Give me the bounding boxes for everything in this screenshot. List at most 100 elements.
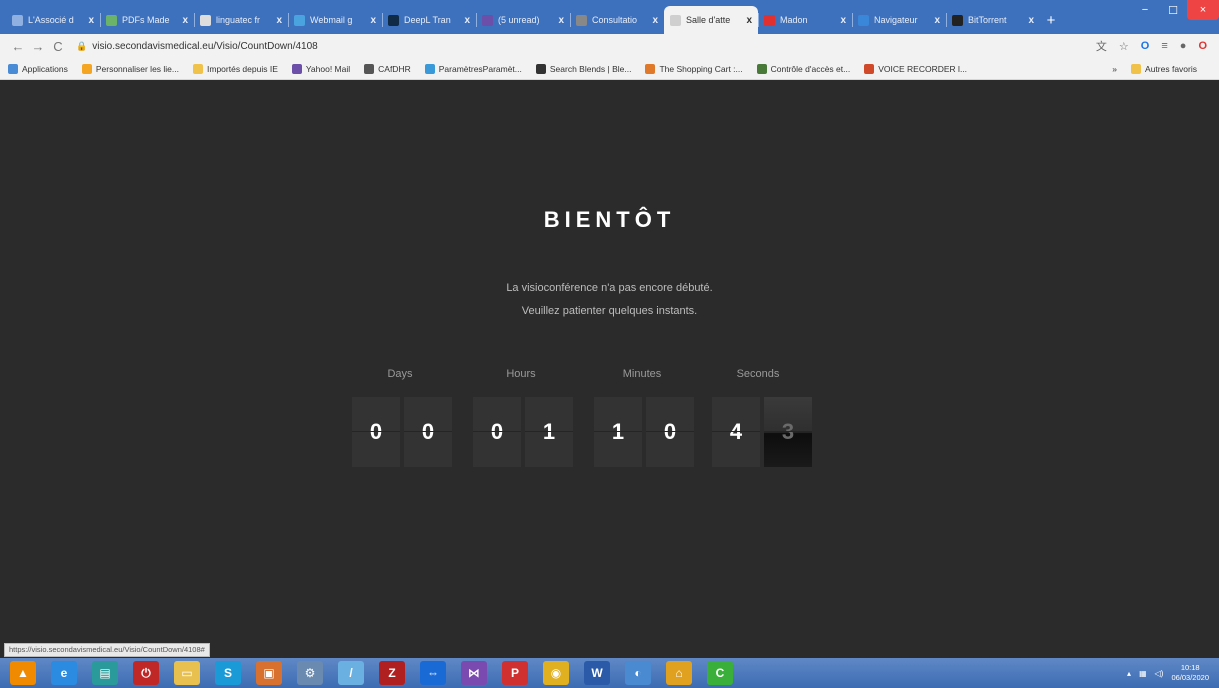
browser-tab[interactable]: (5 unread) x bbox=[476, 6, 570, 34]
tab-favicon-icon bbox=[106, 14, 117, 26]
star-icon[interactable]: ☆ bbox=[1119, 40, 1129, 53]
back-button[interactable]: ← bbox=[8, 39, 28, 54]
bookmark-icon bbox=[645, 63, 656, 74]
bookmark-item[interactable]: Importés depuis IE bbox=[193, 63, 278, 74]
digit-days-ones: 0 bbox=[404, 397, 452, 467]
browser-tab[interactable]: Webmail g x bbox=[288, 6, 382, 34]
reload-button[interactable]: C bbox=[48, 39, 68, 54]
bookmark-label: Importés depuis IE bbox=[207, 63, 278, 74]
tab-close-icon[interactable]: x bbox=[276, 15, 282, 26]
other-bookmarks[interactable]: Autres favoris bbox=[1131, 63, 1197, 74]
browser-tab[interactable]: Consultatio x bbox=[570, 6, 664, 34]
taskbar-visualstudio-icon[interactable]: ⋈ bbox=[461, 661, 487, 685]
bookmark-label: ParamètresParamèt... bbox=[438, 63, 522, 74]
taskbar-skype-icon[interactable]: S bbox=[215, 661, 241, 685]
profile-icon[interactable]: ● bbox=[1180, 40, 1187, 52]
digit-days-tens: 0 bbox=[352, 397, 400, 467]
browser-tab[interactable]: PDFs Made x bbox=[100, 6, 194, 34]
browser-tab[interactable]: Salle d'atte x bbox=[664, 6, 758, 34]
bookmarks-right: » Autres favoris bbox=[1112, 63, 1211, 74]
window-controls: − ☐ × bbox=[1131, 0, 1219, 20]
tab-close-icon[interactable]: x bbox=[934, 15, 940, 26]
reading-list-icon[interactable]: ≡ bbox=[1161, 40, 1167, 52]
message-line-2: Veuillez patienter quelques instants. bbox=[521, 305, 698, 317]
tab-list: L'Associé d x PDFs Made x linguatec fr x Webma… bbox=[6, 6, 1040, 34]
bookmark-item[interactable]: Personnaliser les lie... bbox=[81, 63, 179, 74]
lock-icon: 🔒 bbox=[76, 40, 88, 51]
volume-icon[interactable]: ◁) bbox=[1155, 669, 1164, 678]
browser-tab[interactable]: Navigateur x bbox=[852, 6, 946, 34]
browser-tab[interactable]: L'Associé d x bbox=[6, 6, 100, 34]
tray-arrow-icon[interactable]: ▴ bbox=[1127, 669, 1131, 678]
tab-close-icon[interactable]: x bbox=[182, 15, 188, 26]
network-icon[interactable]: ▦ bbox=[1139, 669, 1147, 678]
taskbar-word-icon[interactable]: W bbox=[584, 661, 610, 685]
clock-time: 10:18 bbox=[1180, 663, 1200, 672]
tab-favicon-icon bbox=[200, 14, 211, 26]
browser-tab[interactable]: DeepL Tran x bbox=[382, 6, 476, 34]
taskbar-app16-icon[interactable]: ◐ bbox=[625, 661, 651, 685]
clock[interactable]: 10:18 06/03/2020 bbox=[1171, 663, 1209, 683]
browser-tab[interactable]: Madon x bbox=[758, 6, 852, 34]
taskbar-brush-icon[interactable]: / bbox=[338, 661, 364, 685]
tab-close-icon[interactable]: x bbox=[464, 15, 470, 26]
taskbar-ie-icon[interactable]: e bbox=[51, 661, 77, 685]
taskbar-power-icon[interactable]: ⏻ bbox=[133, 661, 159, 685]
translate-icon[interactable]: 文 bbox=[1096, 38, 1107, 54]
bookmark-list: Applications Personnaliser les lie... Impo… bbox=[8, 63, 981, 74]
tab-title: Webmail g bbox=[310, 15, 353, 25]
digit-hours-tens: 0 bbox=[473, 397, 521, 467]
bookmark-item[interactable]: Yahoo! Mail bbox=[291, 63, 351, 74]
bookmark-item[interactable]: Applications bbox=[8, 63, 68, 74]
maximize-button[interactable]: ☐ bbox=[1159, 0, 1187, 20]
tab-title: linguatec fr bbox=[216, 15, 261, 25]
browser-tabstrip: L'Associé d x PDFs Made x linguatec fr x Webma… bbox=[0, 0, 1219, 34]
taskbar-explorer-icon[interactable]: ▭ bbox=[174, 661, 200, 685]
new-tab-button[interactable]: + bbox=[1040, 6, 1062, 34]
status-url: https://visio.secondavismedical.eu/Visio… bbox=[4, 643, 210, 657]
close-window-button[interactable]: × bbox=[1187, 0, 1219, 20]
taskbar-app17-icon[interactable]: ⌂ bbox=[666, 661, 692, 685]
tab-close-icon[interactable]: x bbox=[558, 15, 564, 26]
taskbar-teamviewer-icon[interactable]: ⇔ bbox=[420, 661, 446, 685]
browser-tab[interactable]: linguatec fr x bbox=[194, 6, 288, 34]
tab-close-icon[interactable]: x bbox=[88, 15, 94, 26]
tab-close-icon[interactable]: x bbox=[840, 15, 846, 26]
digit-seconds-tens: 4 bbox=[712, 397, 760, 467]
taskbar-app7-icon[interactable]: ▣ bbox=[256, 661, 282, 685]
bookmark-label: Yahoo! Mail bbox=[305, 63, 351, 74]
windows-taskbar: ▲ e ▤ ⏻ ▭ S ▣ ⚙ / Z ⇔ ⋈ P ◉ W ◐ ⌂ C ▴ ▦ ◁) 10:18 06/03/20… bbox=[0, 658, 1219, 688]
bookmark-item[interactable]: VOICE RECORDER l... bbox=[864, 63, 967, 74]
tab-title: Navigateur bbox=[874, 15, 918, 25]
bookmark-item[interactable]: The Shopping Cart :... bbox=[645, 63, 743, 74]
browser-tab[interactable]: BitTorrent x bbox=[946, 6, 1040, 34]
taskbar-vlc-icon[interactable]: ▲ bbox=[10, 661, 36, 685]
taskbar-filezilla-icon[interactable]: Z bbox=[379, 661, 405, 685]
taskbar-chrome-icon[interactable]: ◉ bbox=[543, 661, 569, 685]
tab-close-icon[interactable]: x bbox=[1028, 15, 1034, 26]
address-url[interactable]: visio.secondavismedical.eu/Visio/CountDo… bbox=[92, 41, 318, 52]
bookmark-item[interactable]: Search Blends | Ble... bbox=[535, 63, 631, 74]
tab-close-icon[interactable]: x bbox=[652, 15, 658, 26]
tab-favicon-icon bbox=[294, 14, 305, 26]
address-bar[interactable]: 🔒 visio.secondavismedical.eu/Visio/Count… bbox=[76, 41, 1096, 52]
bookmark-item[interactable]: Contrôle d'accès et... bbox=[756, 63, 851, 74]
bookmark-label: Contrôle d'accès et... bbox=[770, 63, 851, 74]
extension-icon[interactable]: O bbox=[1198, 40, 1207, 52]
tab-favicon-icon bbox=[764, 14, 775, 26]
bookmark-label: Applications bbox=[22, 63, 68, 74]
digit-hours-ones: 1 bbox=[525, 397, 573, 467]
bookmarks-more-button[interactable]: » bbox=[1112, 64, 1117, 74]
bookmark-item[interactable]: ParamètresParamèt... bbox=[424, 63, 522, 74]
tab-favicon-icon bbox=[388, 14, 399, 26]
tab-close-icon[interactable]: x bbox=[746, 15, 752, 26]
minimize-button[interactable]: − bbox=[1131, 0, 1159, 20]
taskbar-network-icon[interactable]: ⚙ bbox=[297, 661, 323, 685]
taskbar-app3-icon[interactable]: ▤ bbox=[92, 661, 118, 685]
opera-icon[interactable]: O bbox=[1141, 40, 1150, 52]
bookmark-item[interactable]: CAfDHR bbox=[364, 63, 411, 74]
taskbar-camtasia-icon[interactable]: C bbox=[707, 661, 733, 685]
forward-button[interactable]: → bbox=[28, 39, 48, 54]
tab-close-icon[interactable]: x bbox=[370, 15, 376, 26]
taskbar-pdf-icon[interactable]: P bbox=[502, 661, 528, 685]
